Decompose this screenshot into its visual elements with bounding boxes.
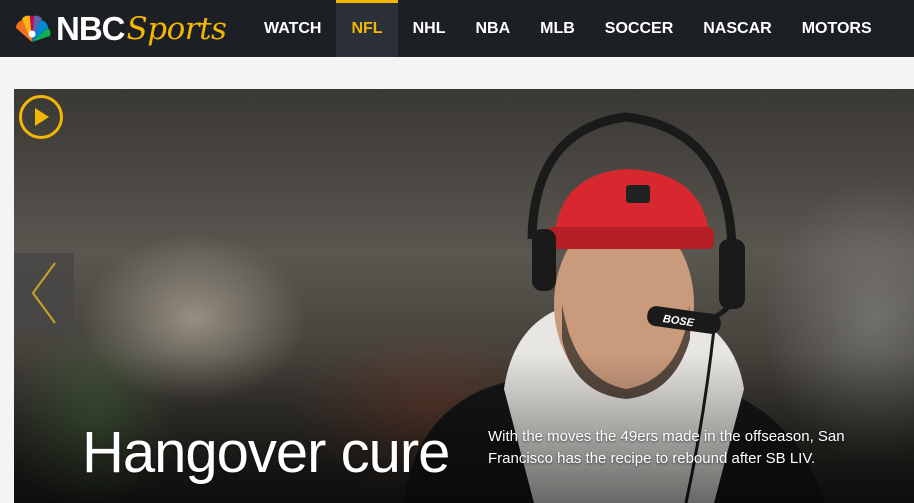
nav-item-nfl[interactable]: NFL xyxy=(336,0,398,57)
carousel-prev-button[interactable] xyxy=(14,253,74,333)
nav-item-motors[interactable]: MOTORS xyxy=(787,0,887,57)
main-nav: WATCH NFL NHL NBA MLB SOCCER NASCAR MOTO… xyxy=(249,0,887,57)
top-navigation-bar: NBC Sports WATCH NFL NHL NBA MLB SOCCER … xyxy=(0,0,914,57)
logo-brand-text: NBC xyxy=(56,10,125,47)
nav-item-nba[interactable]: NBA xyxy=(460,0,525,57)
chevron-left-icon xyxy=(31,262,56,324)
play-icon xyxy=(35,108,49,126)
hero-dek: With the moves the 49ers made in the off… xyxy=(488,428,845,467)
nav-item-nhl[interactable]: NHL xyxy=(398,0,461,57)
nav-item-nascar[interactable]: NASCAR xyxy=(688,0,786,57)
nav-item-soccer[interactable]: SOCCER xyxy=(590,0,688,57)
hero-headline[interactable]: Hangover cure xyxy=(82,419,450,486)
nav-item-mlb[interactable]: MLB xyxy=(525,0,590,57)
play-video-button[interactable] xyxy=(19,95,63,139)
nbc-sports-logo[interactable]: NBC Sports xyxy=(12,9,227,49)
nav-item-watch[interactable]: WATCH xyxy=(249,0,336,57)
peacock-icon xyxy=(16,15,51,43)
hero-carousel-slide[interactable]: BOSE Hangover cure With the moves the 49… xyxy=(14,89,914,503)
logo-sports-text: Sports xyxy=(126,11,227,47)
